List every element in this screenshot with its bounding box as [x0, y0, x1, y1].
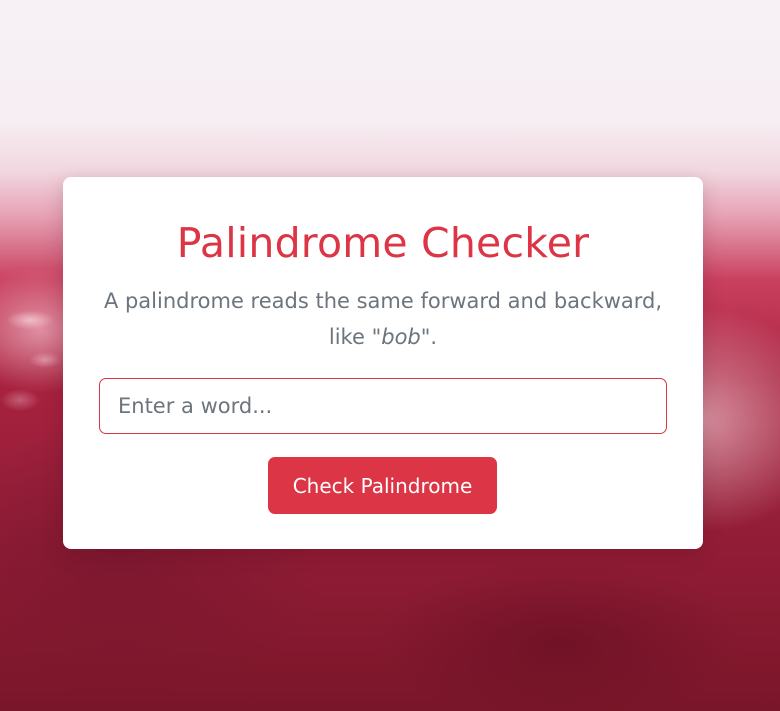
- check-palindrome-button[interactable]: Check Palindrome: [268, 457, 497, 514]
- background-bokeh: [0, 280, 70, 460]
- description-example: bob: [381, 325, 421, 349]
- palindrome-card: Palindrome Checker A palindrome reads th…: [63, 177, 703, 549]
- description-suffix: ".: [420, 325, 438, 349]
- word-input[interactable]: [99, 378, 667, 434]
- description-text: A palindrome reads the same forward and …: [93, 283, 673, 355]
- page-title: Palindrome Checker: [176, 219, 590, 267]
